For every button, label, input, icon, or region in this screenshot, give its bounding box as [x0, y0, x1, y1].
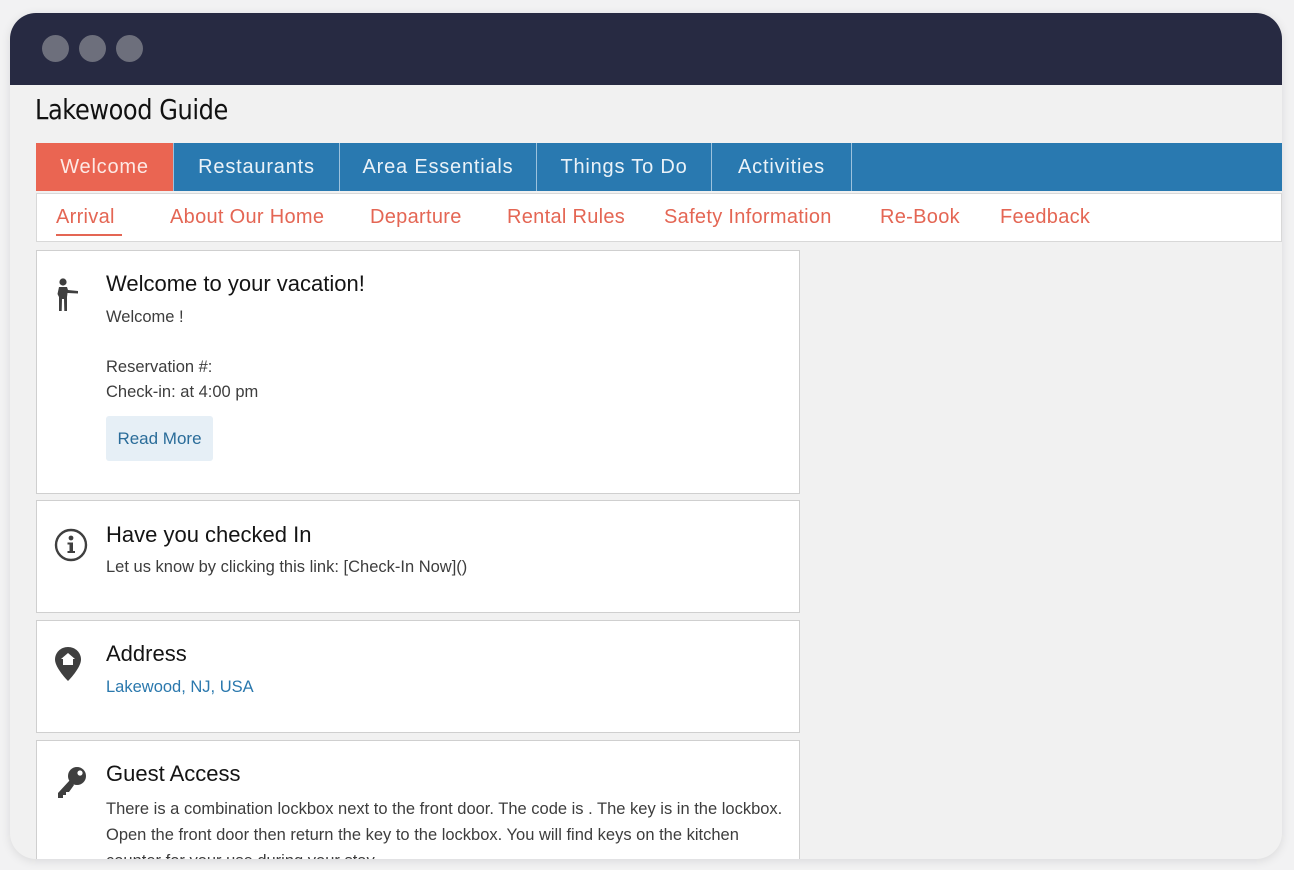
window-titlebar	[10, 13, 1282, 85]
read-more-button[interactable]: Read More	[106, 416, 213, 461]
welcome-text: Welcome !	[106, 308, 184, 326]
map-pin-home-icon	[53, 645, 83, 681]
tab-area-essentials[interactable]: Area Essentials	[340, 143, 537, 191]
checkin-text: Let us know by clicking this link: [Chec…	[106, 558, 468, 576]
reservation-number: Reservation #:	[106, 358, 213, 376]
tab-things-to-do[interactable]: Things To Do	[537, 143, 712, 191]
person-pointing-icon	[53, 277, 83, 313]
checkin-title: Have you checked In	[106, 522, 312, 547]
subnav-feedback[interactable]: Feedback	[1000, 206, 1090, 229]
guest-access-text: There is a combination lockbox next to t…	[106, 800, 783, 859]
welcome-title: Welcome to your vacation!	[106, 271, 365, 296]
site-title: Lakewood Guide	[35, 93, 228, 126]
window-maximize-dot[interactable]	[116, 35, 143, 62]
subnav-departure[interactable]: Departure	[370, 206, 462, 229]
main-nav: Welcome Restaurants Area Essentials Thin…	[36, 143, 1282, 191]
active-subnav-underline	[56, 234, 122, 236]
subnav-safety-information[interactable]: Safety Information	[664, 206, 832, 229]
checkin-time: Check-in: at 4:00 pm	[106, 383, 259, 401]
tab-activities[interactable]: Activities	[712, 143, 852, 191]
info-circle-icon	[53, 527, 88, 563]
subnav-re-book[interactable]: Re-Book	[880, 206, 960, 229]
subnav-about-our-home[interactable]: About Our Home	[170, 206, 324, 229]
sub-nav: Arrival About Our Home Departure Rental …	[36, 193, 1282, 242]
guest-access-title: Guest Access	[106, 761, 241, 786]
address-link[interactable]: Lakewood, NJ, USA	[106, 678, 254, 697]
address-card: Address Lakewood, NJ, USA	[36, 620, 800, 733]
key-icon	[53, 765, 86, 801]
subnav-rental-rules[interactable]: Rental Rules	[507, 206, 625, 229]
browser-window: Lakewood Guide Welcome Restaurants Area …	[10, 13, 1282, 859]
tab-restaurants[interactable]: Restaurants	[174, 143, 340, 191]
window-minimize-dot[interactable]	[79, 35, 106, 62]
checkin-card: Have you checked In Let us know by click…	[36, 500, 800, 613]
guest-access-card: Guest Access There is a combination lock…	[36, 740, 800, 859]
welcome-card: Welcome to your vacation! Welcome ! Rese…	[36, 250, 800, 494]
window-close-dot[interactable]	[42, 35, 69, 62]
tab-welcome[interactable]: Welcome	[36, 143, 174, 191]
address-title: Address	[106, 641, 187, 666]
subnav-arrival[interactable]: Arrival	[56, 206, 115, 229]
